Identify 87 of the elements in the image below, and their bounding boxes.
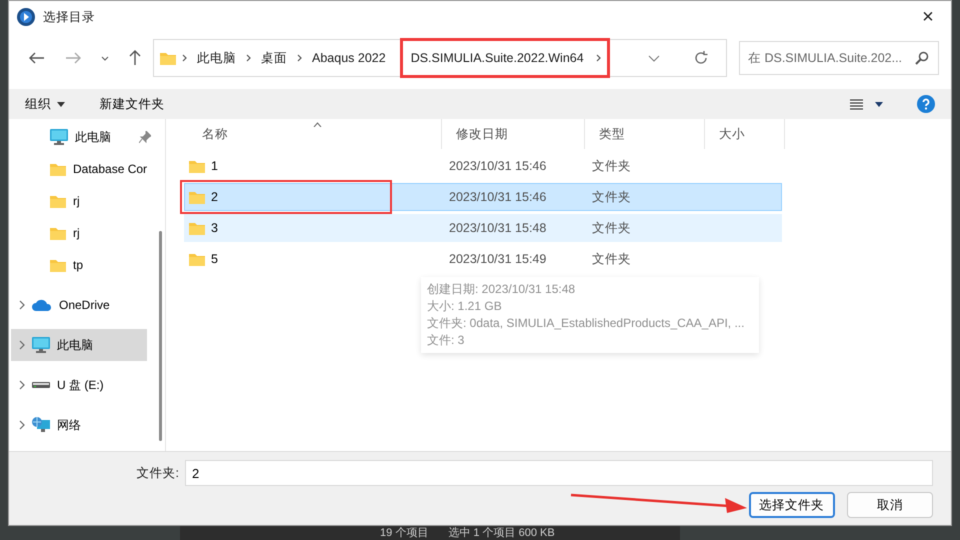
chevron-right-icon	[596, 54, 601, 62]
navigation-item[interactable]: 此电脑	[11, 329, 147, 361]
folder-icon	[50, 194, 66, 208]
folder-label: 文件夹:	[136, 464, 179, 482]
tooltip-line: 文件: 3	[427, 332, 466, 349]
breadcrumb-link[interactable]: 桌面	[257, 46, 291, 70]
chevron-down-icon	[101, 56, 109, 60]
cloud-icon	[32, 299, 52, 311]
window-title: 选择目录	[43, 8, 95, 26]
list-view-icon	[850, 98, 862, 110]
breadcrumb-link[interactable]: 此电脑	[193, 46, 240, 70]
column-header[interactable]: 修改日期	[442, 119, 585, 149]
chevron-right-icon	[19, 300, 25, 310]
status-text: 19 个项目	[380, 526, 428, 540]
network-icon	[32, 417, 50, 433]
chevron-right-icon	[246, 54, 251, 62]
organize-menu-button[interactable]: 组织	[19, 92, 72, 116]
chevron-right-icon	[19, 420, 25, 430]
modified-date: 2023/10/31 15:49	[448, 250, 548, 268]
file-type: 文件夹	[591, 250, 632, 268]
modified-date: 2023/10/31 15:48	[448, 220, 548, 237]
folder-icon	[50, 258, 66, 272]
folder-name-field[interactable]: 2	[185, 460, 933, 486]
refresh-icon	[694, 51, 708, 65]
folder-icon	[50, 162, 66, 176]
modified-date: 2023/10/31 15:46	[448, 188, 548, 206]
folder-icon	[189, 252, 205, 266]
folder-icon	[189, 159, 205, 173]
file-row[interactable]: 2 2023/10/31 15:46 文件夹	[184, 183, 782, 211]
chevron-right-icon	[19, 340, 25, 350]
file-row[interactable]: 5 2023/10/31 15:49 文件夹	[184, 245, 782, 273]
chevron-right-icon	[19, 380, 25, 390]
navigation-item[interactable]: Database Cor	[11, 153, 157, 185]
column-header[interactable]: 类型	[585, 119, 705, 149]
address-bar[interactable]: 此电脑 桌面 Abaqus 2022 DS.SIMULIA.Suite.2022.Win64	[153, 39, 727, 77]
breadcrumb-link[interactable]: Abaqus 2022	[308, 46, 390, 70]
sort-ascending-icon	[313, 122, 322, 127]
file-row[interactable]: 3 2023/10/31 15:48 文件夹	[184, 214, 782, 242]
file-row[interactable]: 1 2023/10/31 15:46 文件夹	[184, 152, 782, 180]
scrollbar-thumb[interactable]	[159, 231, 162, 441]
modified-date: 2023/10/31 15:46	[448, 158, 548, 175]
navigation-item[interactable]: 网络	[11, 409, 147, 441]
dialog-button[interactable]: 取消	[847, 492, 933, 518]
back-arrow-icon	[29, 52, 45, 64]
folder-icon	[189, 190, 205, 204]
up-arrow-icon	[129, 50, 141, 66]
highlighted-breadcrumb[interactable]: DS.SIMULIA.Suite.2022.Win64	[400, 38, 610, 78]
file-name: 1	[211, 158, 218, 175]
pin-icon	[139, 131, 151, 143]
breadcrumb-link[interactable]: DS.SIMULIA.Suite.2022.Win64	[410, 48, 584, 68]
computer-icon	[50, 129, 68, 145]
drive-icon	[32, 381, 50, 389]
new-folder-button[interactable]: 新建文件夹	[93, 92, 170, 116]
tooltip-line: 创建日期: 2023/10/31 15:48	[427, 281, 576, 298]
file-type: 文件夹	[591, 188, 632, 206]
chevron-right-icon	[297, 54, 302, 62]
folder-icon	[160, 51, 176, 65]
search-field[interactable]: 在 DS.SIMULIA.Suite.202...	[739, 41, 939, 75]
dropdown-chevron-icon	[648, 54, 660, 62]
navigation-item[interactable]: tp	[11, 249, 157, 281]
tooltip-line: 文件夹: 0data, SIMULIA_EstablishedProducts_CAA_API, ...	[427, 315, 746, 332]
file-name: 5	[211, 250, 218, 268]
dialog-button[interactable]: 选择文件夹	[748, 492, 834, 518]
tooltip-line: 大小: 1.21 GB	[427, 298, 503, 315]
computer-icon	[32, 337, 50, 353]
navigation-item[interactable]: OneDrive	[11, 289, 147, 321]
folder-icon	[189, 221, 205, 235]
file-name: 3	[211, 220, 218, 237]
navigation-item[interactable]: 此电脑	[11, 121, 157, 153]
forward-arrow-icon	[65, 52, 81, 64]
caret-down-icon	[875, 102, 883, 106]
chevron-right-icon	[182, 54, 187, 62]
folder-icon	[50, 226, 66, 240]
navigation-item[interactable]: rj	[11, 185, 157, 217]
file-name: 2	[211, 188, 218, 206]
column-header[interactable]: 大小	[705, 119, 785, 149]
caret-down-icon	[57, 102, 66, 106]
close-button[interactable]: ×	[905, 2, 951, 32]
help-icon	[917, 95, 935, 114]
navigation-item[interactable]: U 盘 (E:)	[11, 369, 147, 401]
column-header[interactable]: 名称	[184, 119, 442, 149]
file-type: 文件夹	[591, 220, 632, 237]
search-icon	[915, 51, 929, 65]
status-text: 选中 1 个项目 600 KB	[448, 526, 555, 540]
navigation-item[interactable]: rj	[11, 217, 157, 249]
file-type: 文件夹	[591, 158, 632, 175]
app-logo-icon	[17, 8, 35, 26]
